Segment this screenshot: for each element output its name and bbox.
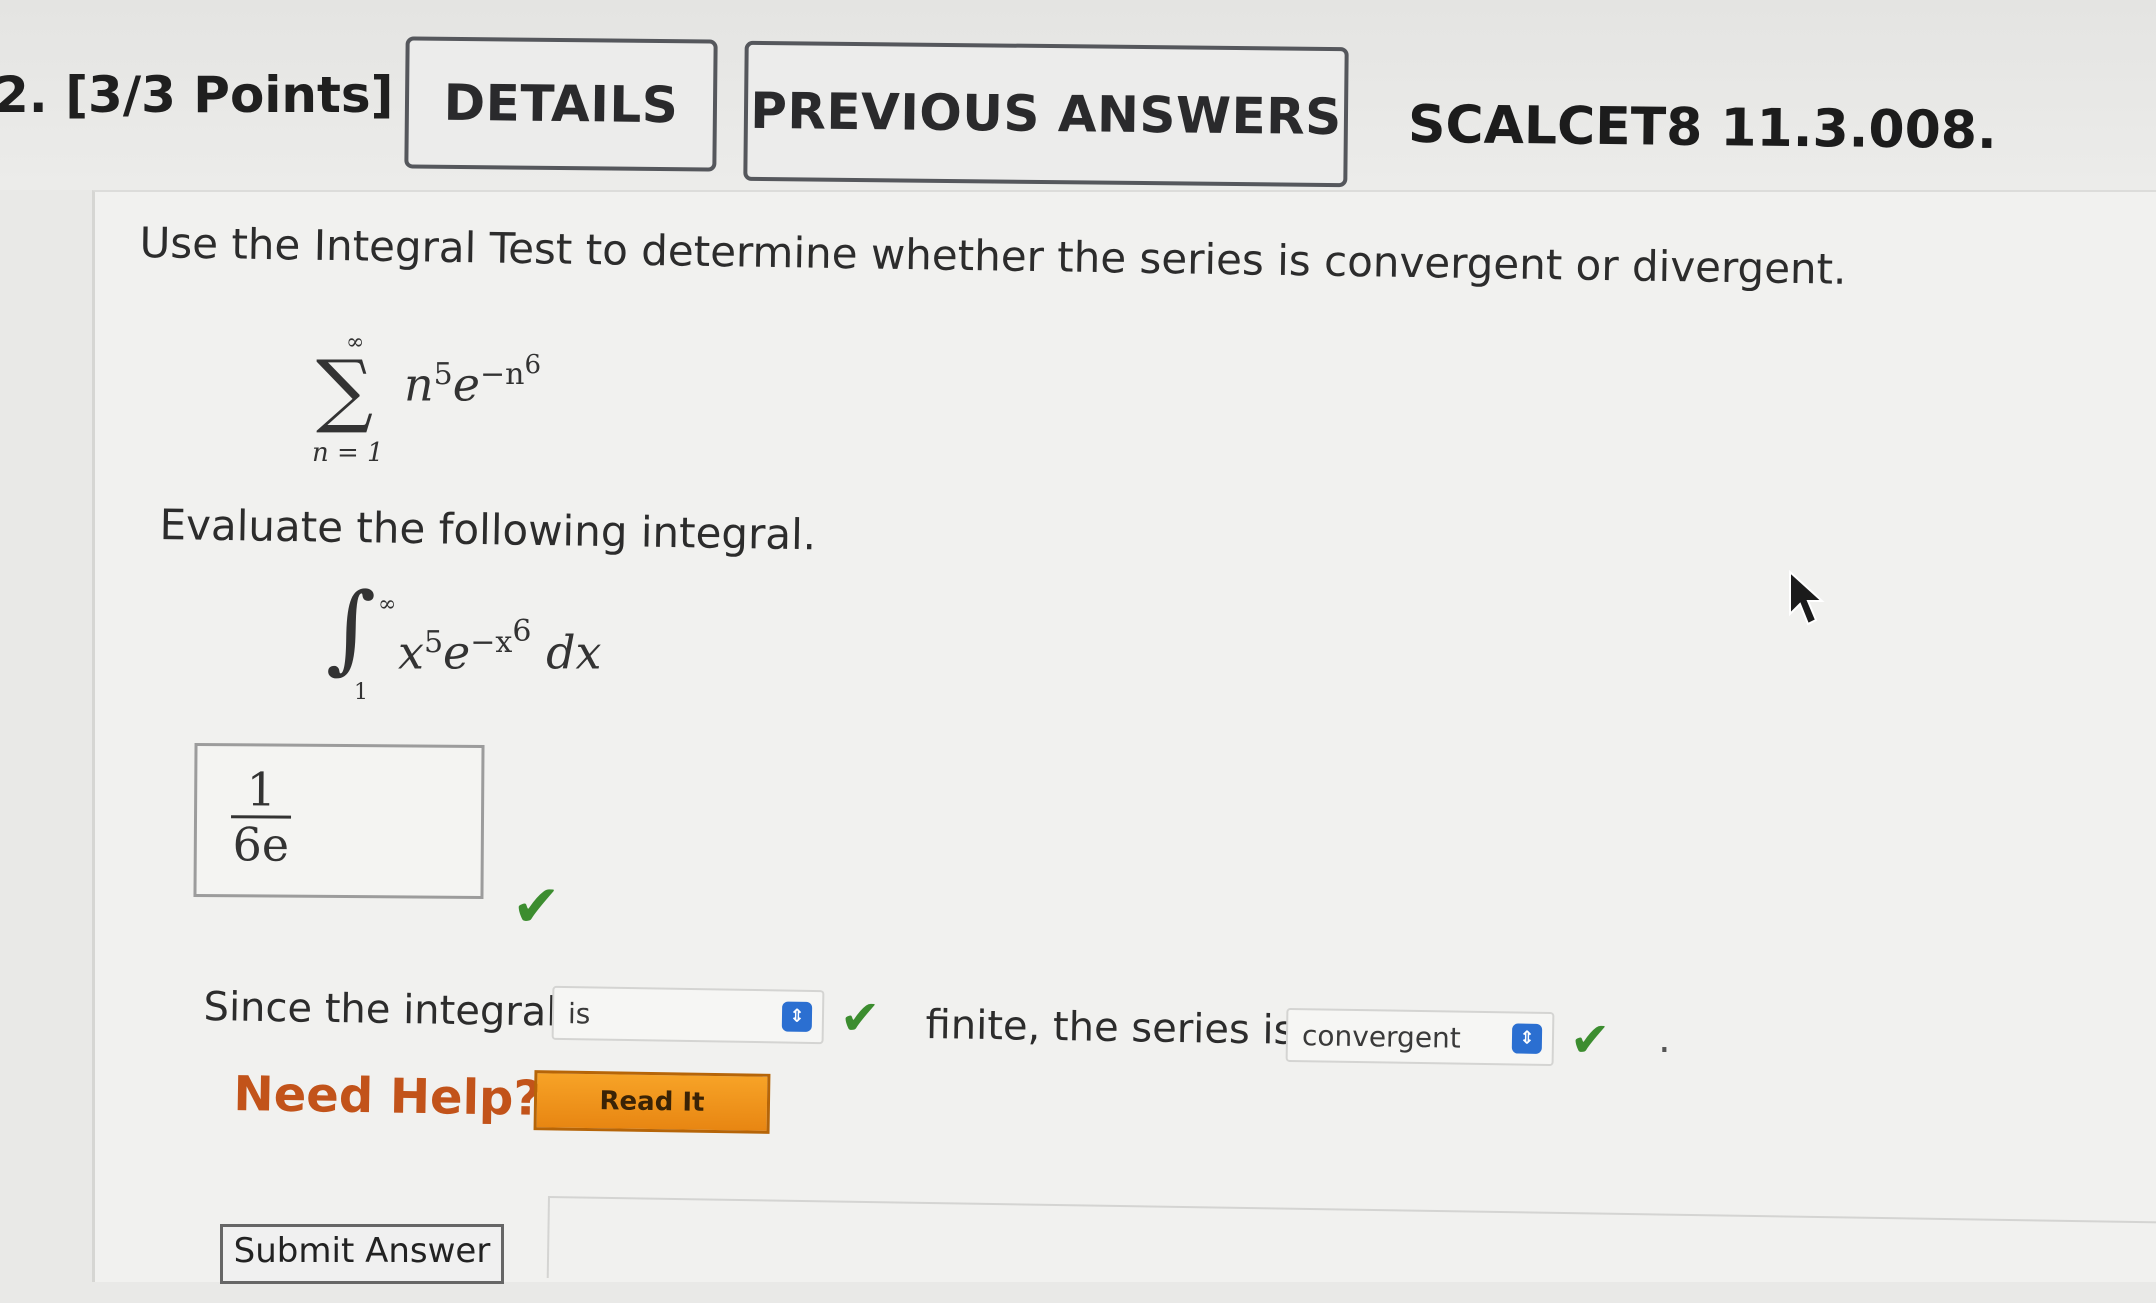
mouse-cursor-icon xyxy=(1789,570,1825,626)
sentence-period: . xyxy=(1658,1016,1671,1062)
integral-symbol: ∫ xyxy=(326,572,377,684)
integrand-e-exponent: −x xyxy=(470,625,513,660)
integrand-base: x xyxy=(398,625,424,680)
series-term-base: n xyxy=(404,357,434,412)
series-term-e-exponent-power: 6 xyxy=(524,350,541,380)
series-convergence-select-value: convergent xyxy=(1301,1018,1462,1055)
evaluate-instruction: Evaluate the following integral. xyxy=(159,500,817,560)
submit-answer-button[interactable]: Submit Answer xyxy=(220,1224,504,1284)
integrand-e: e xyxy=(443,625,471,680)
series-term-exponent: 5 xyxy=(433,357,453,392)
details-button[interactable]: DETAILS xyxy=(404,36,718,172)
correct-check-icon: ✔ xyxy=(840,990,881,1046)
question-number: 2. [3/3 Points] xyxy=(0,66,394,124)
integrand-exponent: 5 xyxy=(423,625,444,660)
integral-finite-select-value: is xyxy=(567,996,591,1030)
course-code: SCALCET8 11.3.008. xyxy=(1407,94,1998,162)
integral-upper-limit: ∞ xyxy=(378,592,397,617)
integral-expression: ∫ ∞ 1 x5e−x6 dx xyxy=(320,580,660,716)
series-lower-limit: n = 1 xyxy=(312,438,384,468)
finite-series-text: finite, the series is xyxy=(925,1002,1295,1054)
integral-dx: dx xyxy=(546,625,602,680)
correct-check-icon: ✔ xyxy=(512,872,561,940)
integrand-e-exponent-power: 6 xyxy=(512,614,532,649)
select-arrow-icon: ⇕ xyxy=(781,1001,813,1032)
answer-fraction: 1 6e xyxy=(231,762,292,872)
read-it-button[interactable]: Read It xyxy=(533,1070,771,1134)
previous-answers-button[interactable]: PREVIOUS ANSWERS xyxy=(743,40,1349,188)
integral-finite-select[interactable]: is ⇕ xyxy=(551,985,825,1045)
series-expression: ∞ ∑ n = 1 n5e−n6 xyxy=(308,330,608,480)
answer-input[interactable]: 1 6e xyxy=(193,742,485,900)
series-term: n5e−n6 xyxy=(404,350,541,411)
integral-lower-limit: 1 xyxy=(354,680,368,705)
series-convergence-select[interactable]: convergent ⇕ xyxy=(1285,1007,1555,1067)
series-term-e-exponent: −n xyxy=(479,357,525,392)
select-arrow-icon: ⇕ xyxy=(1511,1023,1543,1054)
since-integral-text: Since the integral xyxy=(203,984,558,1036)
need-help-label: Need Help? xyxy=(233,1066,542,1127)
series-term-e: e xyxy=(452,357,480,412)
answer-numerator: 1 xyxy=(231,762,292,819)
correct-check-icon: ✔ xyxy=(1570,1012,1611,1068)
integrand: x5e−x6 dx xyxy=(398,614,601,679)
sigma-symbol: ∑ xyxy=(316,343,374,436)
answer-denominator: 6e xyxy=(232,816,290,872)
